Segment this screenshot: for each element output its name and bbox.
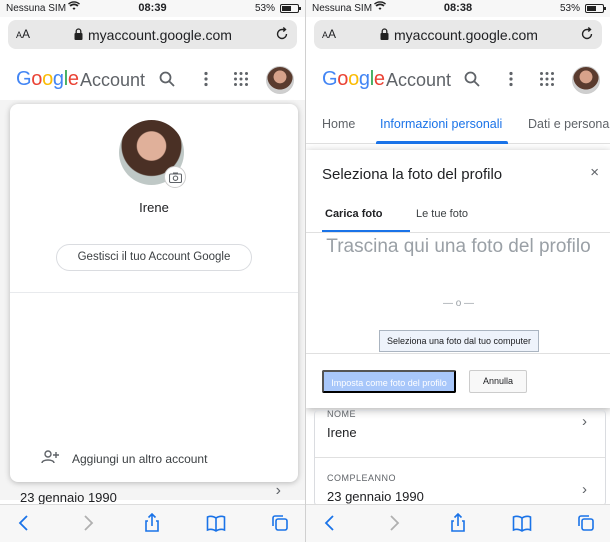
forward-icon[interactable] [384,513,404,533]
lock-icon [380,28,389,40]
field-value: Irene [327,425,357,440]
manage-account-button[interactable]: Gestisci il tuo Account Google [56,244,252,271]
name-row[interactable]: NOME Irene [327,409,357,440]
cancel-button[interactable]: Annulla [469,370,527,393]
reader-text-size-button[interactable]: AA [322,27,336,41]
person-add-icon [41,450,59,464]
battery-percent: 53% [254,3,275,14]
user-name: Irene [139,200,169,215]
browser-toolbar [306,504,610,542]
divider [315,457,605,458]
birthday-value: 23 gennaio 1990 [20,490,117,505]
bookmarks-icon[interactable] [206,513,226,533]
field-value: 23 gennaio 1990 [327,489,424,504]
back-icon[interactable] [320,513,340,533]
select-from-computer-button[interactable]: Seleziona una foto dal tuo computer [379,330,539,352]
account-wordmark: Account [386,70,452,90]
battery-percent: 53% [559,3,580,14]
divider [10,292,298,293]
lock-icon [74,28,83,40]
close-icon[interactable]: × [590,164,599,181]
apps-grid-icon[interactable] [538,70,556,88]
tab-your-photos[interactable]: Le tue foto [416,208,468,220]
search-icon[interactable] [463,70,481,88]
address-bar[interactable]: AA myaccount.google.com [314,20,602,49]
google-account-header: Google Account [0,58,305,102]
address-bar[interactable]: AA myaccount.google.com [8,20,297,49]
tab-home[interactable]: Home [322,117,355,131]
google-logo[interactable]: Google [322,68,385,91]
right-screen: Nessuna SIM 08:38 53% AA myaccount.googl… [305,0,610,542]
browser-toolbar [0,504,305,542]
google-account-header: Google Account [306,58,610,102]
back-icon[interactable] [14,513,34,533]
share-icon[interactable] [142,513,162,533]
or-separator: — o — [442,298,475,309]
google-logo[interactable]: Google [16,68,79,91]
reader-text-size-button[interactable]: AA [16,27,30,41]
add-account-label: Aggiungi un altro account [72,452,208,466]
tab-data-personalization[interactable]: Dati e persona [528,117,609,131]
personal-info-card: NOME Irene › COMPLEANNO 23 gennaio 1990 … [314,409,606,506]
change-photo-button[interactable] [164,166,186,188]
field-label: NOME [327,409,356,419]
bookmarks-icon[interactable] [512,513,532,533]
more-vert-icon[interactable] [502,70,520,88]
url-text: myaccount.google.com [394,27,538,43]
status-bar: Nessuna SIM 08:39 53% [0,0,305,17]
birthday-row[interactable]: COMPLEANNO 23 gennaio 1990 [327,473,424,504]
account-popup: Irene Gestisci il tuo Account Google Agg… [10,104,298,482]
chevron-right-icon[interactable]: › [582,413,587,430]
tab-upload-photo[interactable]: Carica foto [325,208,382,220]
more-vert-icon[interactable] [197,70,215,88]
avatar[interactable] [572,66,600,94]
active-tab-indicator [376,141,508,144]
forward-icon[interactable] [78,513,98,533]
account-wordmark: Account [80,70,146,90]
battery-icon [280,4,301,13]
left-screen: Nessuna SIM 08:39 53% AA myaccount.googl… [0,0,305,542]
search-icon[interactable] [158,70,176,88]
divider [306,353,610,354]
url-text: myaccount.google.com [88,27,232,43]
chevron-right-icon[interactable]: › [582,481,587,498]
camera-icon [169,172,182,183]
divider [306,232,610,233]
dialog-title: Seleziona la foto del profilo [322,166,503,183]
drop-zone-text[interactable]: Trascina qui una foto del profilo [316,234,601,260]
share-icon[interactable] [448,513,468,533]
apps-grid-icon[interactable] [232,70,250,88]
tab-personal-info[interactable]: Informazioni personali [380,117,502,131]
reload-icon[interactable] [275,27,289,41]
set-profile-photo-button[interactable]: Imposta come foto del profilo [322,370,456,393]
chevron-right-icon[interactable]: › [276,482,281,500]
tabs-icon[interactable] [576,513,596,533]
nav-tabs: Home Informazioni personali Dati e perso… [306,104,610,144]
status-bar: Nessuna SIM 08:38 53% [306,0,610,17]
reload-icon[interactable] [580,27,594,41]
battery-icon [585,4,606,13]
field-label: COMPLEANNO [327,473,397,483]
profile-photo-dialog: Seleziona la foto del profilo × Carica f… [306,150,610,408]
avatar[interactable] [266,66,294,94]
tabs-icon[interactable] [270,513,290,533]
